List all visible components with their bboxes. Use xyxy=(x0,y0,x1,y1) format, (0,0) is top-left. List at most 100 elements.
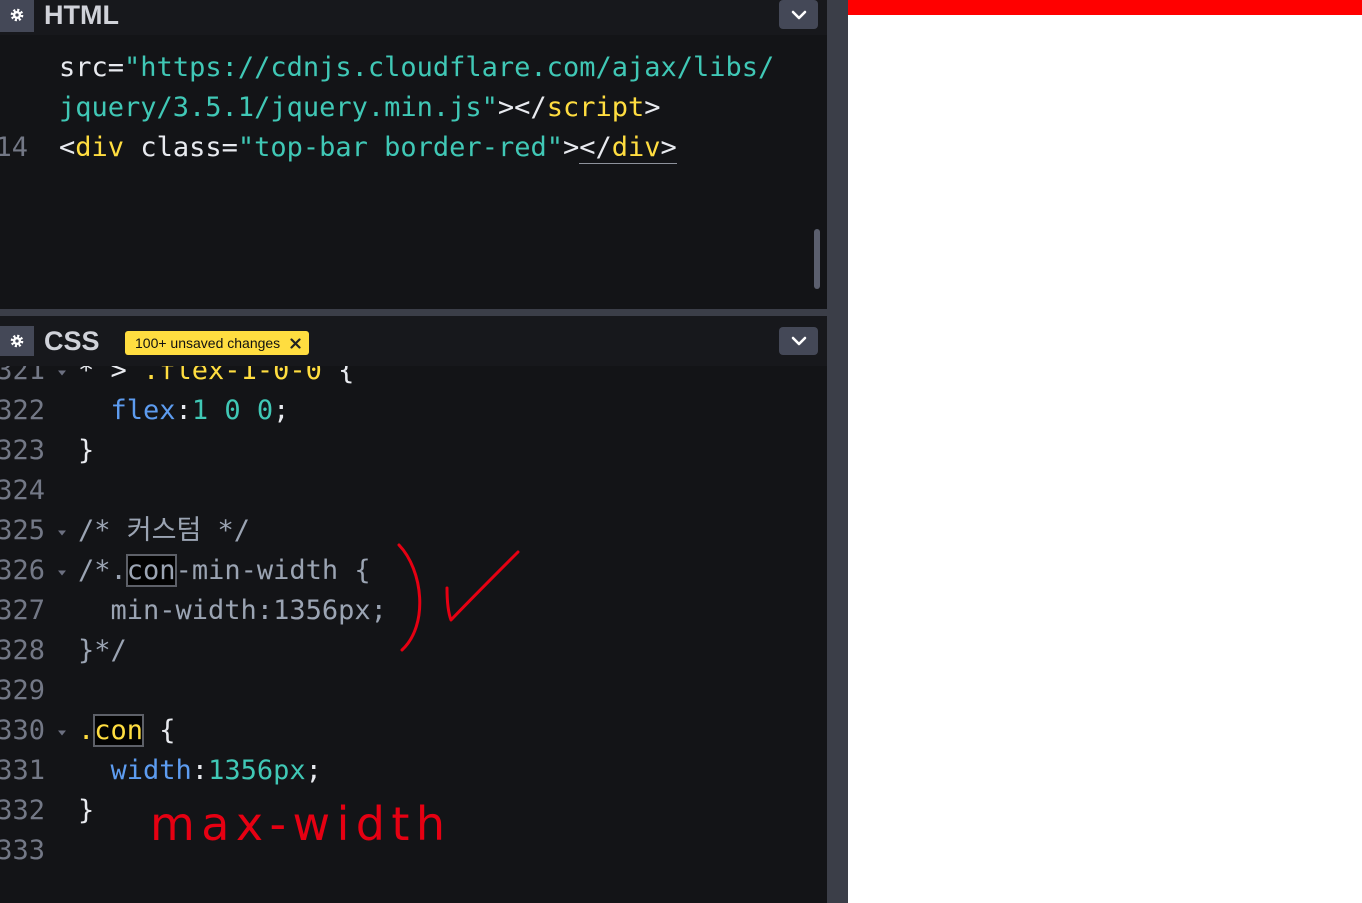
code-text[interactable]: jquery/3.5.1/jquery.min.js"></script> xyxy=(59,88,661,128)
line-number: 321 xyxy=(0,366,45,386)
preview-pane xyxy=(848,0,1362,903)
punctuation: < xyxy=(59,132,76,163)
punctuation: : xyxy=(191,755,209,786)
code-line[interactable]: 324 xyxy=(0,471,827,511)
css-property: width xyxy=(110,755,192,786)
line-number: 323 xyxy=(0,435,45,466)
code-line[interactable]: src="https://cdnjs.cloudflare.com/ajax/l… xyxy=(0,48,827,88)
comment-text: /* 커스텀 */ xyxy=(78,515,251,546)
punctuation: > xyxy=(660,132,677,164)
code-line[interactable]: jquery/3.5.1/jquery.min.js"></script> xyxy=(0,88,827,128)
punctuation: = xyxy=(107,52,125,83)
code-line[interactable]: 326 /*.con-min-width { xyxy=(0,551,827,591)
unsaved-changes-label: 100+ unsaved changes xyxy=(135,335,281,351)
fold-arrow-icon[interactable] xyxy=(56,529,68,537)
css-selector: .flex-1-0-0 xyxy=(143,366,322,386)
code-line[interactable]: 333 xyxy=(0,831,827,871)
code-line[interactable]: 332} xyxy=(0,791,827,831)
punctuation xyxy=(124,132,140,163)
code-line[interactable]: 330 .con { xyxy=(0,711,827,751)
html-editor-panel: src="https://cdnjs.cloudflare.com/ajax/l… xyxy=(0,0,827,309)
css-editor-header: CSS 100+ unsaved changes xyxy=(0,316,827,366)
css-property: flex xyxy=(110,395,176,426)
css-code-editor[interactable]: 321 * > .flex-1-0-0 {322 flex:1 0 0; 323} 3… xyxy=(0,366,827,903)
line-number: 14 xyxy=(0,132,28,163)
chevron-down-icon xyxy=(791,336,806,346)
html-settings-button[interactable] xyxy=(0,0,34,32)
css-value: 1 0 0 xyxy=(191,395,274,426)
punctuation: } xyxy=(78,435,95,466)
code-line[interactable]: 323} xyxy=(0,431,827,471)
preview-top-bar xyxy=(848,0,1362,15)
html-editor-title: HTML xyxy=(44,0,119,30)
close-icon[interactable] xyxy=(290,337,301,349)
code-text[interactable]: src="https://cdnjs.cloudflare.com/ajax/l… xyxy=(59,48,774,88)
comment-text: min-width:1356px; xyxy=(78,595,387,626)
line-number: 325 xyxy=(0,515,45,546)
string-value: "https://cdnjs.cloudflare.com/ajax/libs/ xyxy=(124,52,775,83)
fold-arrow-icon[interactable] xyxy=(56,729,68,737)
code-text[interactable]: flex:1 0 0; xyxy=(78,391,290,431)
code-text[interactable]: } xyxy=(78,791,94,831)
code-text[interactable]: * > .flex-1-0-0 { xyxy=(78,366,354,391)
line-number: 331 xyxy=(0,755,45,786)
code-text[interactable]: width:1356px; xyxy=(78,751,322,791)
comment-text: -min-width { xyxy=(175,555,371,586)
tag-name: div xyxy=(611,132,661,164)
editor-column: src="https://cdnjs.cloudflare.com/ajax/l… xyxy=(0,0,827,903)
punctuation: ></ xyxy=(497,92,547,123)
fold-arrow-icon[interactable] xyxy=(56,369,68,377)
css-selector: . xyxy=(78,715,95,746)
line-number: 326 xyxy=(0,555,45,586)
editor-preview-resizer[interactable] xyxy=(827,0,848,903)
line-number: 329 xyxy=(0,675,45,706)
punctuation: { xyxy=(143,715,176,746)
punctuation: </ xyxy=(579,132,612,164)
code-text[interactable]: }*/ xyxy=(78,631,127,671)
line-number: 333 xyxy=(0,835,45,866)
line-number: 327 xyxy=(0,595,45,626)
punctuation: = xyxy=(221,132,238,163)
css-editor-panel: 321 * > .flex-1-0-0 {322 flex:1 0 0; 323} 3… xyxy=(0,316,827,903)
code-line[interactable]: 331 width:1356px; xyxy=(0,751,827,791)
chevron-down-icon xyxy=(791,10,806,19)
code-line[interactable]: 329 xyxy=(0,671,827,711)
code-line[interactable]: 328 }*/ xyxy=(0,631,827,671)
punctuation: * > xyxy=(78,366,144,386)
css-editor-title: CSS xyxy=(44,326,100,356)
code-text[interactable]: min-width:1356px; xyxy=(78,591,387,631)
punctuation: > xyxy=(562,132,580,163)
code-text[interactable]: /*.con-min-width { xyxy=(78,551,371,591)
punctuation: > xyxy=(644,92,661,123)
code-text[interactable]: <div class="top-bar border-red"></div> xyxy=(59,128,677,168)
punctuation: ; xyxy=(305,755,322,786)
code-text[interactable]: } xyxy=(78,431,94,471)
html-code-editor[interactable]: src="https://cdnjs.cloudflare.com/ajax/l… xyxy=(0,35,827,309)
code-line[interactable]: 321 * > .flex-1-0-0 { xyxy=(0,366,827,391)
html-collapse-button[interactable] xyxy=(779,0,818,29)
punctuation: : xyxy=(175,395,192,426)
fold-arrow-icon[interactable] xyxy=(56,569,68,577)
code-line[interactable]: 322 flex:1 0 0; xyxy=(0,391,827,431)
punctuation xyxy=(78,755,111,786)
punctuation: ; xyxy=(273,395,290,426)
css-collapse-button[interactable] xyxy=(779,327,818,355)
search-match-highlight: con xyxy=(93,714,145,747)
string-value: "top-bar border-red" xyxy=(237,132,563,163)
code-text[interactable]: .con { xyxy=(78,711,176,751)
code-line[interactable]: 325 /* 커스텀 */ xyxy=(0,511,827,551)
css-settings-button[interactable] xyxy=(0,326,34,356)
tag-name: script xyxy=(546,92,645,123)
code-line[interactable]: 327 min-width:1356px; xyxy=(0,591,827,631)
punctuation: { xyxy=(321,366,355,386)
line-number: 328 xyxy=(0,635,45,666)
css-value: 1356px xyxy=(208,755,306,786)
tag-name: div xyxy=(75,132,125,163)
html-editor-scrollbar[interactable] xyxy=(814,229,820,289)
codepen-workspace: src="https://cdnjs.cloudflare.com/ajax/l… xyxy=(0,0,1362,903)
code-line[interactable]: 14 <div class="top-bar border-red"></div> xyxy=(0,128,827,168)
panel-resize-divider[interactable] xyxy=(0,309,827,316)
attribute-name: class xyxy=(140,132,222,163)
html-editor-header: HTML xyxy=(0,0,827,35)
code-text[interactable]: /* 커스텀 */ xyxy=(78,511,250,551)
